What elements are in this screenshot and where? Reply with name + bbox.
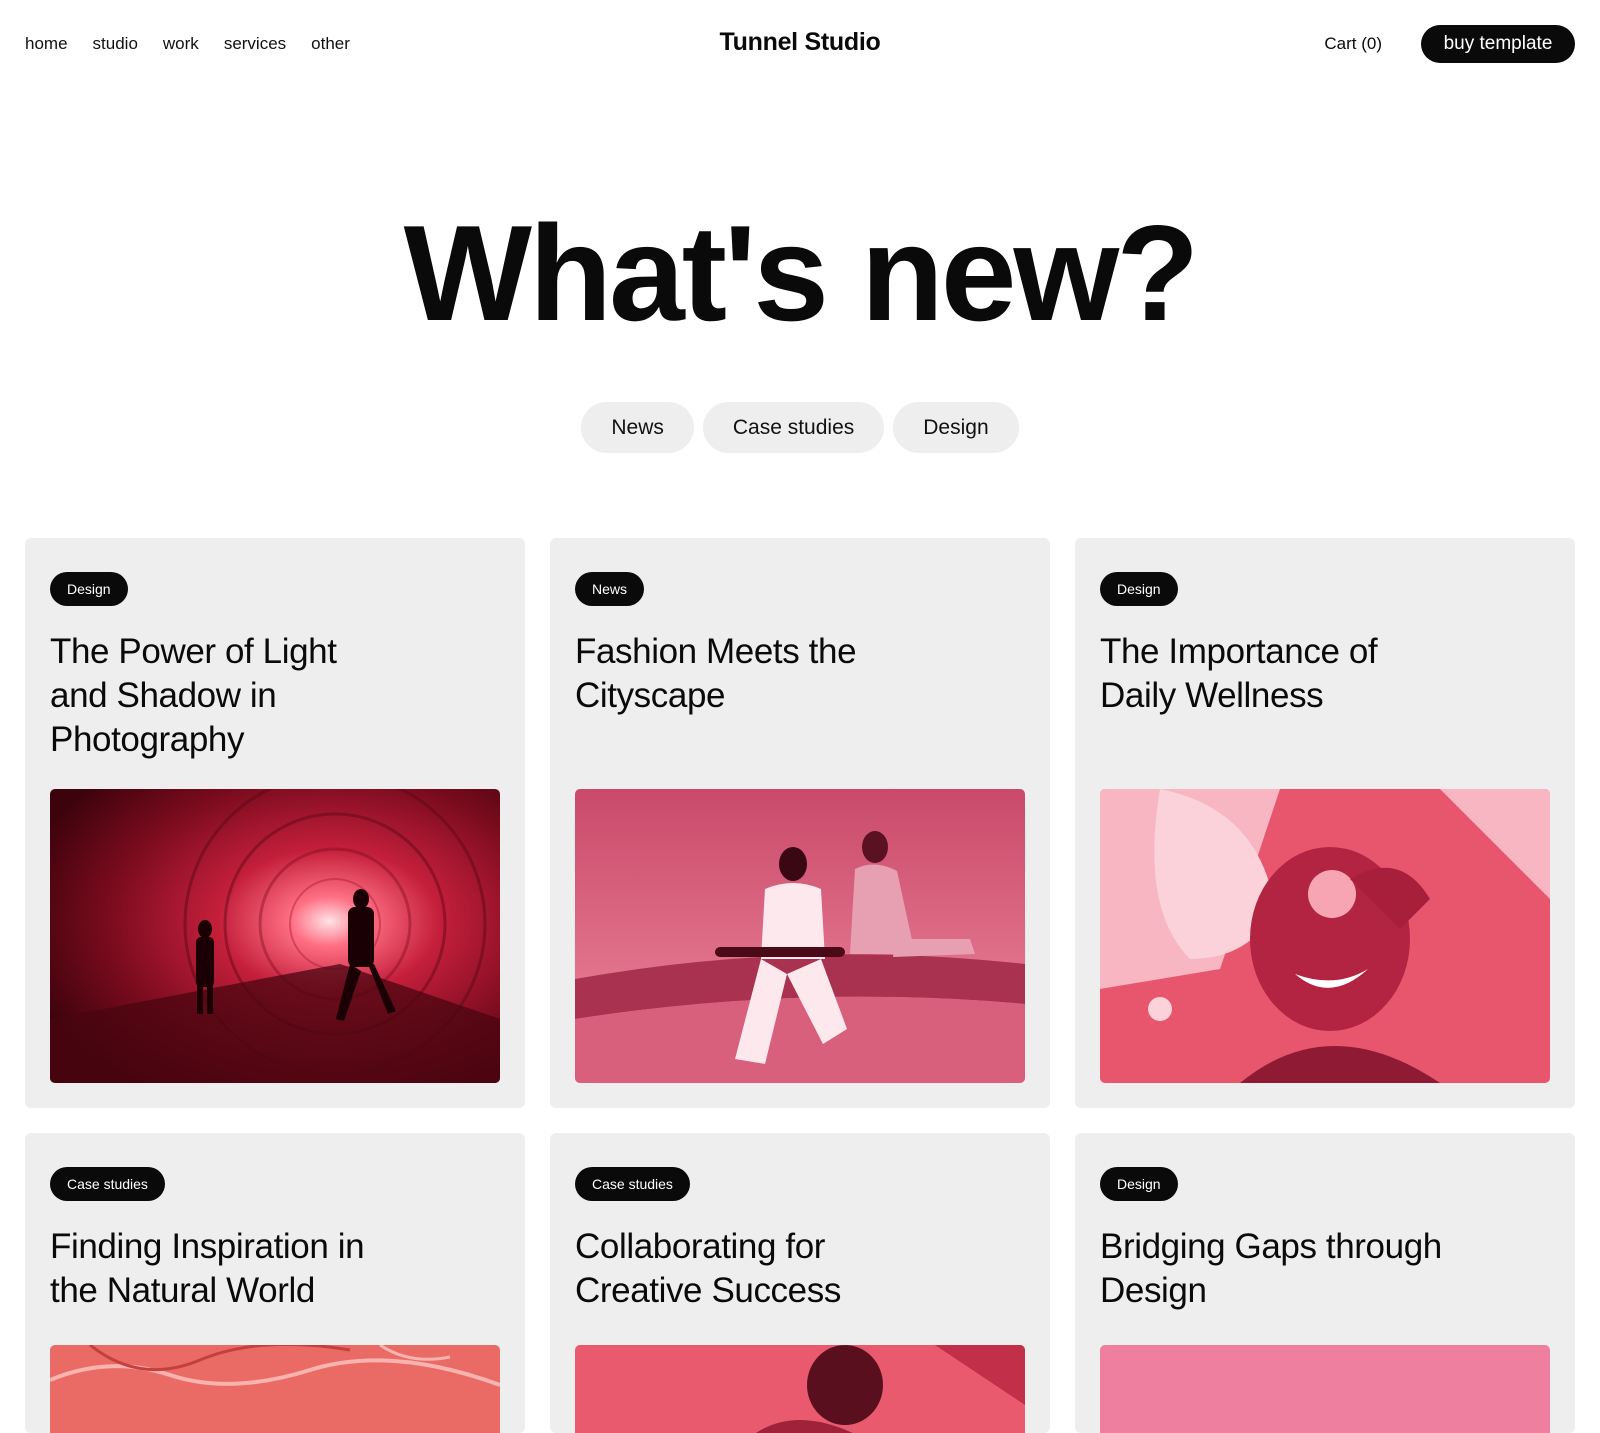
post-tag-badge: Case studies — [575, 1167, 690, 1201]
cart-link[interactable]: Cart (0) — [1324, 34, 1382, 54]
post-tag-badge: Design — [1100, 572, 1178, 606]
filter-news-button[interactable]: News — [581, 402, 694, 453]
post-tag-badge: Case studies — [50, 1167, 165, 1201]
pink-abstract-image — [1100, 1345, 1550, 1433]
post-card[interactable]: Case studies Collaborating for Creative … — [550, 1133, 1050, 1433]
post-title: The Power of Light and Shadow in Photogr… — [50, 632, 337, 759]
post-title: Bridging Gaps through Design — [1100, 1227, 1442, 1310]
aerial-landscape-image — [50, 1345, 500, 1433]
filter-case-studies-button[interactable]: Case studies — [702, 402, 885, 453]
post-title: Finding Inspiration in the Natural World — [50, 1227, 365, 1310]
post-tag-badge: Design — [50, 572, 128, 606]
page-title: What's new? — [403, 197, 1200, 349]
buy-template-button[interactable]: buy template — [1421, 25, 1575, 63]
post-card[interactable]: Design Bridging Gaps through Design — [1075, 1133, 1575, 1433]
brand-logo-text[interactable]: Tunnel Studio — [720, 28, 881, 56]
post-title: Fashion Meets the Cityscape — [575, 632, 857, 715]
post-tag-badge: News — [575, 572, 645, 606]
post-title: The Importance of Daily Wellness — [1100, 632, 1378, 715]
post-title: Collaborating for Creative Success — [575, 1227, 841, 1310]
post-card[interactable]: News Fashion Meets the Cityscape — [550, 538, 1050, 1108]
portrait-image — [575, 1345, 1025, 1433]
post-card[interactable]: Case studies Finding Inspiration in the … — [25, 1133, 525, 1433]
filter-design-button[interactable]: Design — [893, 402, 1019, 453]
category-filters: News Case studies Design — [0, 402, 1600, 453]
site-header: home studio work services other Tunnel S… — [0, 0, 1600, 90]
posts-grid: Design The Power of Light and Shadow in … — [25, 538, 1575, 1433]
post-card[interactable]: Design The Importance of Daily Wellness — [1075, 538, 1575, 1108]
post-card[interactable]: Design The Power of Light and Shadow in … — [25, 538, 525, 1108]
post-tag-badge: Design — [1100, 1167, 1178, 1201]
wellness-spa-image — [1100, 789, 1550, 1083]
tunnel-silhouettes-image — [50, 789, 500, 1083]
skateboard-fashion-image — [575, 789, 1025, 1083]
